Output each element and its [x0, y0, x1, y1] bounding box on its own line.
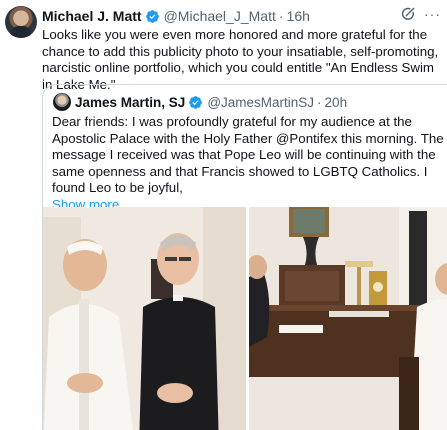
quoted-author-handle[interactable]: @JamesMartinSJ — [207, 95, 314, 110]
quoted-tweet[interactable]: James Martin, SJ @JamesMartinSJ · 20h De… — [42, 84, 447, 430]
author-handle[interactable]: @Michael_J_Matt — [164, 8, 276, 24]
tweet[interactable]: Michael J. Matt @Michael_J_Matt · 16h ··… — [0, 0, 447, 430]
photo-pope-and-priest[interactable] — [43, 207, 246, 430]
tweet-timestamp[interactable]: 16h — [287, 8, 310, 24]
tweet-header: Michael J. Matt @Michael_J_Matt · 16h — [42, 6, 310, 26]
quoted-tweet-header: James Martin, SJ @JamesMartinSJ · 20h — [75, 93, 347, 111]
author-name[interactable]: Michael J. Matt — [42, 8, 142, 24]
quoted-separator-dot: · — [317, 94, 322, 110]
quoted-tweet-body: Dear friends: I was profoundly grateful … — [52, 114, 444, 196]
more-icon[interactable]: ··· — [424, 7, 441, 21]
verified-badge-icon — [145, 9, 159, 23]
grok-icon[interactable] — [400, 6, 416, 22]
quoted-author-name[interactable]: James Martin, SJ — [75, 95, 185, 110]
tweet-actions-top: ··· — [400, 6, 441, 22]
quoted-verified-badge-icon — [189, 95, 203, 109]
media-grid — [43, 207, 447, 430]
photo-audience-desk[interactable] — [249, 207, 447, 430]
quoted-tweet-text: Dear friends: I was profoundly grateful … — [52, 114, 444, 214]
quoted-author-avatar[interactable] — [53, 93, 71, 111]
separator-dot: · — [278, 8, 284, 24]
author-avatar[interactable] — [5, 6, 37, 38]
quoted-tweet-timestamp[interactable]: 20h — [325, 95, 348, 110]
